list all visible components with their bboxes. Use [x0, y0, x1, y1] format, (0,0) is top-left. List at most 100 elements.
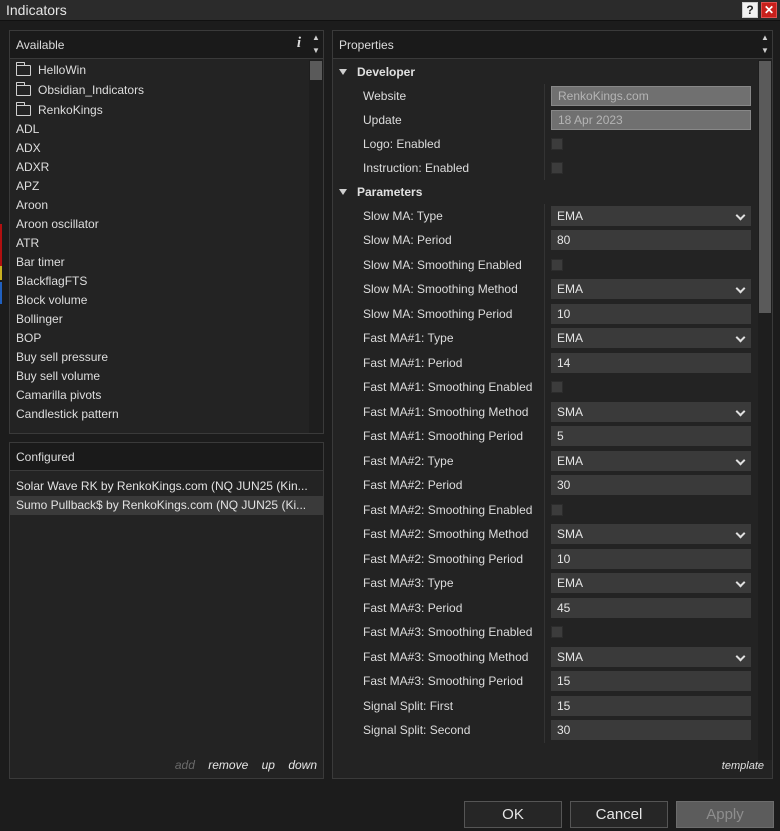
column-divider[interactable] [544, 498, 545, 522]
property-select[interactable]: SMA [551, 524, 751, 544]
property-select[interactable]: EMA [551, 206, 751, 226]
property-input[interactable]: 45 [551, 598, 751, 618]
info-icon[interactable]: i [297, 35, 301, 52]
property-input[interactable]: 80 [551, 230, 751, 250]
property-checkbox[interactable] [551, 259, 563, 271]
column-divider[interactable] [544, 84, 545, 108]
indicator-item[interactable]: ADXR [10, 158, 308, 177]
property-row: Slow MA: Type EMA [333, 204, 757, 228]
property-select[interactable]: EMA [551, 451, 751, 471]
property-input[interactable]: 10 [551, 549, 751, 569]
column-divider[interactable] [544, 547, 545, 571]
column-divider[interactable] [544, 302, 545, 326]
property-checkbox[interactable] [551, 626, 563, 638]
configured-item[interactable]: Solar Wave RK by RenkoKings.com (NQ JUN2… [10, 477, 323, 496]
indicator-item[interactable]: ADL [10, 120, 308, 139]
properties-scroll-thumb[interactable] [759, 61, 771, 313]
column-divider[interactable] [544, 718, 545, 743]
property-select[interactable]: EMA [551, 328, 751, 348]
property-checkbox[interactable] [551, 381, 563, 393]
properties-scroll-up-icon[interactable]: ▲ [759, 33, 771, 42]
indicator-item[interactable]: Aroon oscillator [10, 215, 308, 234]
down-link[interactable]: down [288, 758, 317, 772]
template-link[interactable]: template [722, 760, 764, 772]
column-divider[interactable] [544, 694, 545, 718]
property-select[interactable]: EMA [551, 573, 751, 593]
indicator-item[interactable]: Block volume [10, 291, 308, 310]
column-divider[interactable] [544, 400, 545, 424]
column-divider[interactable] [544, 228, 545, 253]
column-divider[interactable] [544, 522, 545, 547]
close-icon[interactable]: ✕ [761, 2, 777, 18]
column-divider[interactable] [544, 132, 545, 156]
property-input[interactable]: 15 [551, 696, 751, 716]
column-divider[interactable] [544, 571, 545, 596]
collapse-arrow-icon[interactable] [339, 69, 347, 75]
scroll-down-icon[interactable]: ▼ [310, 46, 322, 55]
column-divider[interactable] [544, 375, 545, 400]
indicator-item[interactable]: ADX [10, 139, 308, 158]
apply-button[interactable]: Apply [676, 801, 774, 828]
column-divider[interactable] [544, 326, 545, 351]
column-divider[interactable] [544, 449, 545, 473]
available-scroll-thumb[interactable] [310, 61, 322, 80]
indicator-item[interactable]: Bollinger [10, 310, 308, 329]
column-divider[interactable] [544, 620, 545, 645]
column-divider[interactable] [544, 473, 545, 498]
indicator-item[interactable]: Buy sell volume [10, 367, 308, 386]
available-scrollbar[interactable] [309, 60, 323, 433]
indicator-item[interactable]: APZ [10, 177, 308, 196]
column-divider[interactable] [544, 351, 545, 375]
property-input[interactable]: 14 [551, 353, 751, 373]
property-input[interactable]: 30 [551, 720, 751, 740]
property-select[interactable]: SMA [551, 647, 751, 667]
indicator-item[interactable]: Candlestick pattern [10, 405, 308, 424]
property-input[interactable]: 30 [551, 475, 751, 495]
ok-button[interactable]: OK [464, 801, 562, 828]
add-link[interactable]: add [175, 758, 195, 772]
property-checkbox[interactable] [551, 162, 563, 174]
remove-link[interactable]: remove [208, 758, 248, 772]
property-select[interactable]: SMA [551, 402, 751, 422]
column-divider[interactable] [544, 253, 545, 277]
property-row: Instruction: Enabled [333, 156, 757, 180]
column-divider[interactable] [544, 277, 545, 302]
indicator-item[interactable]: BlackflagFTS [10, 272, 308, 291]
indicator-item[interactable]: Aroon [10, 196, 308, 215]
folder-item[interactable]: HelloWin [10, 60, 308, 80]
up-link[interactable]: up [262, 758, 275, 772]
column-divider[interactable] [544, 645, 545, 669]
properties-scroll-down-icon[interactable]: ▼ [759, 46, 771, 55]
column-divider[interactable] [544, 204, 545, 228]
property-select[interactable]: EMA [551, 279, 751, 299]
collapse-arrow-icon[interactable] [339, 189, 347, 195]
scroll-up-icon[interactable]: ▲ [310, 33, 322, 42]
column-divider[interactable] [544, 596, 545, 620]
folder-item[interactable]: Obsidian_Indicators [10, 80, 308, 100]
cancel-button[interactable]: Cancel [570, 801, 668, 828]
indicator-item[interactable]: ATR [10, 234, 308, 253]
properties-scrollbar[interactable] [758, 60, 772, 760]
property-label: Logo: Enabled [363, 137, 441, 151]
property-input[interactable]: 15 [551, 671, 751, 691]
column-divider[interactable] [544, 669, 545, 694]
help-icon[interactable]: ? [742, 2, 758, 18]
configured-item[interactable]: Sumo Pullback$ by RenkoKings.com (NQ JUN… [10, 496, 323, 515]
indicator-item[interactable]: BOP [10, 329, 308, 348]
section-header[interactable]: Developer [333, 60, 757, 84]
folder-item[interactable]: RenkoKings [10, 100, 308, 120]
indicator-item[interactable]: Bar timer [10, 253, 308, 272]
column-divider[interactable] [544, 424, 545, 449]
section-header[interactable]: Parameters [333, 180, 757, 204]
indicator-item[interactable]: Buy sell pressure [10, 348, 308, 367]
property-row: Slow MA: Smoothing Enabled [333, 253, 757, 277]
folder-label: RenkoKings [38, 102, 103, 117]
property-input[interactable]: 10 [551, 304, 751, 324]
column-divider[interactable] [544, 156, 545, 180]
property-checkbox[interactable] [551, 138, 563, 150]
property-checkbox[interactable] [551, 504, 563, 516]
column-divider[interactable] [544, 108, 545, 132]
property-input[interactable]: 5 [551, 426, 751, 446]
indicator-item[interactable]: Camarilla pivots [10, 386, 308, 405]
property-label: Fast MA#1: Period [363, 356, 463, 370]
